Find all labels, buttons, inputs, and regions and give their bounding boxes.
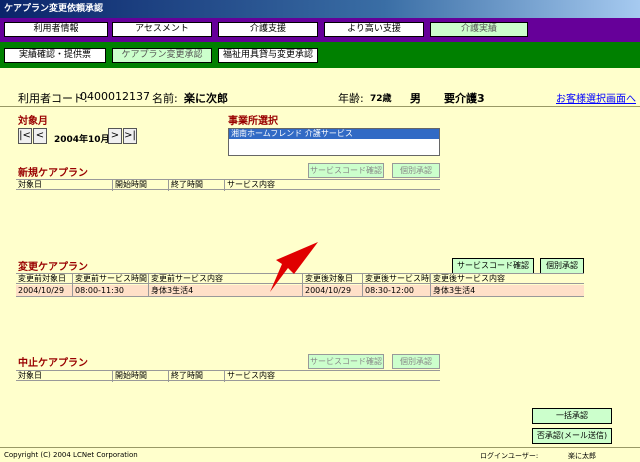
office-listbox[interactable]: 湘南ホームフレンド 介護サービス (228, 128, 440, 156)
month-prev-button[interactable]: < (33, 128, 47, 144)
col-after-time: 変更後サービス時間 (362, 274, 430, 285)
cell-after-service: 身体3生活4 (430, 285, 584, 297)
col-service: サービス内容 (224, 180, 440, 191)
sub-nav: 実績確認・提供票 ケアプラン変更承認 福祉用具貸与変更承認 (0, 42, 640, 68)
nav-assessment[interactable]: アセスメント (112, 22, 212, 37)
main-nav: 利用者情報 アセスメント 介護支援 より高い支援 介護実績 (0, 18, 640, 42)
login-user: 楽に太郎 (568, 452, 596, 460)
new-plan-service-code-button[interactable]: サービスコード確認 (308, 163, 384, 178)
changed-plan-individual-approve-button[interactable]: 個別承認 (540, 258, 584, 274)
red-arrow-annotation (270, 242, 318, 292)
cancel-plan-title: 中止ケアプラン (18, 358, 88, 369)
col-start-time: 開始時間 (112, 180, 168, 191)
cancel-plan-table-header: 対象日 開始時間 終了時間 サービス内容 (16, 370, 440, 382)
col-before-time: 変更前サービス時間 (72, 274, 148, 285)
office-select-label: 事業所選択 (228, 116, 278, 127)
customer-select-link[interactable]: お客様選択画面へ (556, 90, 636, 105)
bulk-approve-button[interactable]: 一括承認 (532, 408, 612, 424)
window-title: ケアプラン変更依頼承認 (0, 0, 640, 18)
nav-care-support[interactable]: 介護支援 (218, 22, 318, 37)
cell-before-time: 08:00-11:30 (72, 285, 148, 297)
new-plan-table-header: 対象日 開始時間 終了時間 サービス内容 (16, 179, 440, 191)
col-service: サービス内容 (224, 371, 440, 382)
month-first-button[interactable]: |< (18, 128, 32, 144)
nav-user-info[interactable]: 利用者情報 (4, 22, 108, 37)
divider (0, 106, 640, 107)
new-plan-individual-approve-button[interactable]: 個別承認 (392, 163, 440, 178)
target-month-label: 対象月 (18, 116, 48, 127)
footer: Copyright (C) 2004 LCNet Corporation ログイ… (0, 448, 640, 462)
col-after-service: 変更後サービス内容 (430, 274, 584, 285)
changed-plan-title: 変更ケアプラン (18, 262, 88, 273)
user-gender: 男 (410, 92, 421, 105)
col-end-time: 終了時間 (168, 180, 224, 191)
user-care-level: 要介護3 (444, 92, 485, 105)
col-target-date: 対象日 (18, 180, 42, 189)
new-plan-title: 新規ケアプラン (18, 168, 88, 179)
copyright: Copyright (C) 2004 LCNet Corporation (4, 451, 138, 459)
user-name-label: 名前: (152, 92, 178, 105)
col-before-date: 変更前対象日 (18, 274, 66, 283)
login-user-label: ログインユーザー: (480, 452, 539, 460)
changed-plan-service-code-button[interactable]: サービスコード確認 (452, 258, 534, 274)
cancel-plan-individual-approve-button[interactable]: 個別承認 (392, 354, 440, 369)
subnav-results-confirm[interactable]: 実績確認・提供票 (4, 48, 106, 63)
month-next-button[interactable]: > (108, 128, 122, 144)
user-info-bar: 利用者コード: 0400012137 名前: 楽に次郎 年齢: 72歳 男 要介… (0, 88, 640, 106)
nav-higher-support[interactable]: より高い支援 (324, 22, 424, 37)
subnav-careplan-change-approve[interactable]: ケアプラン変更承認 (112, 48, 212, 63)
arrow-shape (270, 242, 318, 292)
reject-mail-button[interactable]: 否承認(メール送信) (532, 428, 612, 444)
cell-after-time: 08:30-12:00 (362, 285, 430, 297)
office-option-selected[interactable]: 湘南ホームフレンド 介護サービス (229, 129, 439, 139)
col-end-time: 終了時間 (168, 371, 224, 382)
target-month-value: 2004年10月 (54, 135, 110, 145)
nav-care-results[interactable]: 介護実績 (430, 22, 528, 37)
user-age: 72歳 (370, 94, 392, 104)
cell-before-date: 2004/10/29 (18, 286, 65, 295)
cancel-plan-service-code-button[interactable]: サービスコード確認 (308, 354, 384, 369)
user-code: 0400012137 (80, 90, 150, 103)
col-target-date: 対象日 (18, 371, 42, 380)
subnav-welfare-equipment-approve[interactable]: 福祉用具貸与変更承認 (218, 48, 318, 63)
user-age-label: 年齢: (338, 92, 364, 105)
user-name: 楽に次郎 (184, 92, 228, 105)
col-start-time: 開始時間 (112, 371, 168, 382)
month-last-button[interactable]: >| (123, 128, 137, 144)
user-code-label: 利用者コード: (18, 92, 88, 105)
